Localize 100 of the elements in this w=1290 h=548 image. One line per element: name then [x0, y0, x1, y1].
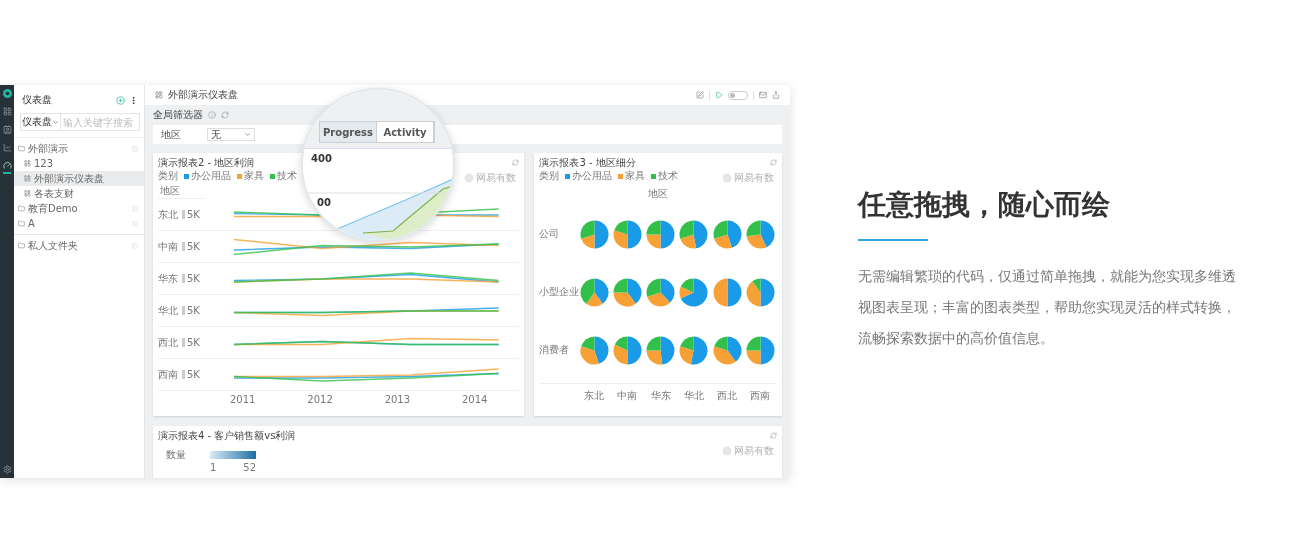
axis-label: 中南 [617, 389, 638, 403]
more-icon[interactable] [129, 95, 138, 105]
tree-item[interactable]: 123 [14, 156, 144, 171]
legend-label: 技术 [658, 169, 679, 183]
collapse-icon [132, 220, 138, 227]
headline: 任意拖拽，随心而绘 [858, 187, 1111, 223]
card-title: 演示报表3 - 地区细分 [539, 155, 636, 170]
color-scale [210, 451, 256, 459]
legend-title: 类别 [539, 169, 560, 183]
row-label: 消费者 [539, 343, 570, 357]
axis-tick: 00 [317, 197, 331, 208]
refresh-icon[interactable] [770, 159, 777, 166]
scale-min: 1 [210, 462, 217, 473]
dashboard-title: 外部演示仪表盘 [168, 88, 239, 102]
pie-chart [579, 335, 609, 365]
pie-chart [745, 277, 775, 307]
pie-chart [679, 277, 709, 307]
mail-icon[interactable] [759, 91, 767, 99]
axis-tick: 5K [187, 369, 200, 380]
folder-icon [18, 145, 25, 152]
tree-item[interactable]: A [14, 216, 144, 231]
scale-max: 52 [243, 462, 256, 473]
pie-chart [612, 335, 642, 365]
legend-label: 办公用品 [572, 169, 613, 183]
axis-label: 2011 [230, 393, 256, 405]
collapse-icon [132, 145, 138, 152]
axis-tick: 5K [187, 241, 200, 252]
dashboard-icon [24, 190, 31, 197]
filter-label: 地区 [161, 127, 181, 142]
pie-chart [646, 219, 676, 249]
dashboard-icon [24, 160, 31, 167]
pie-chart [712, 277, 742, 307]
row-label: 小型企业 [539, 285, 580, 299]
legend-label: 技术 [277, 169, 297, 183]
axis-tick: 5K [187, 209, 200, 220]
settings-icon[interactable] [2, 465, 12, 474]
axis-marker-icon [182, 306, 185, 315]
axis-label: 2014 [461, 393, 488, 405]
filter-title: 全局筛选器 [153, 108, 203, 122]
description: 无需编辑繁琐的代码，仅通过简单拖拽，就能为您实现多维透视图表呈现；丰富的图表类型，帮助您实现灵活的样式转换，流畅探索数据中的高价值信息。 [858, 267, 1237, 348]
refresh-icon[interactable] [221, 111, 229, 119]
tree-item[interactable]: 教育Demo [14, 201, 144, 216]
gauge-icon[interactable] [2, 161, 12, 170]
row-label: 东北 [158, 207, 179, 222]
pie-chart [745, 219, 775, 249]
info-icon[interactable] [208, 111, 216, 119]
tree-item[interactable]: 外部演示仪表盘 [14, 171, 144, 186]
refresh-icon[interactable] [770, 432, 777, 439]
grid-icon[interactable] [2, 107, 12, 116]
tab[interactable]: Activity [377, 122, 434, 142]
tab[interactable]: Progress [320, 122, 377, 142]
pie-chart [579, 219, 609, 249]
row-label: 西南 [158, 367, 179, 382]
dashboard-icon [24, 175, 31, 182]
row-label: 华北 [158, 303, 179, 318]
pie-chart [745, 335, 775, 365]
edit-icon[interactable] [696, 91, 704, 99]
watermark: 网易有数 [734, 171, 774, 185]
pie-chart [712, 335, 742, 365]
watermark: 网易有数 [734, 444, 774, 458]
card-title: 演示报表4 - 客户销售额vs利润 [158, 428, 296, 443]
accent-rule [858, 239, 928, 241]
axis-marker-icon [182, 370, 185, 379]
share-icon[interactable] [772, 91, 780, 99]
axis-label: 华东 [650, 389, 671, 403]
collapse-icon [132, 205, 138, 212]
tree-item[interactable]: 各表支财 [14, 186, 144, 201]
collapse-icon [132, 242, 138, 249]
legend-title: 数量 [166, 448, 187, 462]
axis-tick: 400 [311, 153, 332, 164]
scope-dropdown[interactable]: 仪表盘 [21, 114, 61, 130]
toggle-switch[interactable] [728, 90, 748, 100]
legend-title: 类别 [158, 169, 178, 183]
chart-icon[interactable] [2, 143, 12, 152]
legend-label: 办公用品 [191, 169, 231, 183]
tree-item[interactable]: 私人文件夹 [14, 238, 144, 253]
sidebar-title: 仪表盘 [22, 93, 53, 107]
pie-chart [646, 277, 676, 307]
contact-icon[interactable] [2, 125, 12, 134]
watermark-icon [464, 173, 475, 183]
legend-label: 家具 [625, 169, 646, 183]
filter-select[interactable]: 无 [207, 128, 255, 141]
watermark-icon [722, 446, 732, 456]
axis-tick: 5K [187, 305, 200, 316]
axis-header: 地区 [648, 187, 669, 201]
pie-chart [646, 335, 676, 365]
folder-icon [18, 242, 25, 249]
axis-tick: 5K [187, 337, 200, 348]
refresh-icon[interactable] [512, 159, 520, 166]
axis-header: 地区 [160, 183, 180, 198]
row-label: 公司 [539, 227, 560, 241]
search-field[interactable]: 仪表盘 输入关键字搜索 [20, 113, 140, 131]
axis-label: 东北 [584, 389, 604, 403]
legend-label: 家具 [244, 169, 264, 183]
play-icon[interactable] [715, 91, 723, 99]
axis-label: 2013 [384, 393, 411, 405]
tree-item[interactable]: 外部演示 [14, 141, 144, 156]
row-label: 西北 [158, 335, 179, 350]
pie-chart [612, 219, 642, 249]
row-label: 华东 [158, 271, 179, 286]
